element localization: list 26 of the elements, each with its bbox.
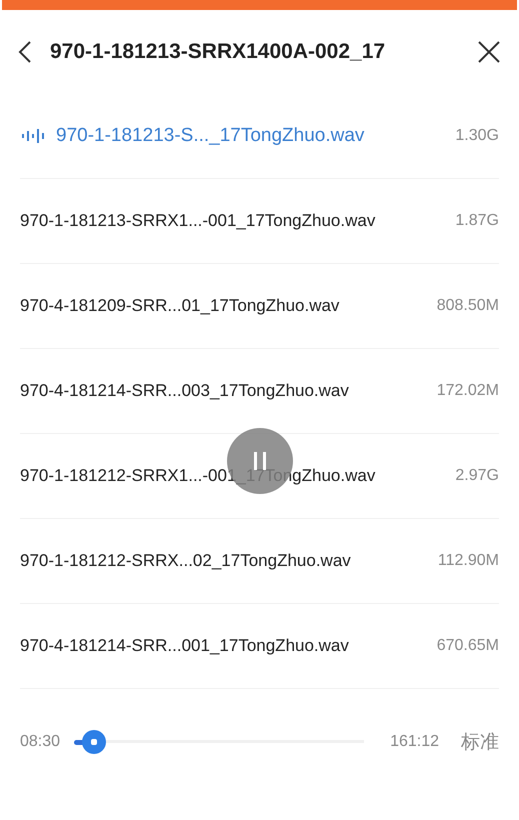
speed-label[interactable]: 标准 (461, 728, 499, 754)
file-item[interactable]: 970-4-181214-SRR...001_17TongZhuo.wav 670.65M (20, 604, 499, 689)
file-size: 1.87G (455, 212, 499, 230)
waveform-icon (20, 129, 46, 143)
back-icon[interactable] (18, 40, 32, 64)
file-size: 808.50M (436, 297, 499, 315)
file-name: 970-1-181213-SRRX1...-001_17TongZhuo.wav (20, 211, 376, 231)
file-name: 970-1-181212-SRRX...02_17TongZhuo.wav (20, 551, 352, 571)
file-item[interactable]: 970-1-181213-SRRX1...-001_17TongZhuo.wav 1.87G (20, 179, 499, 264)
close-icon[interactable] (477, 40, 501, 64)
file-name: 970-1-181213-S..._17TongZhuo.wav (56, 125, 366, 147)
file-name: 970-4-181209-SRR...01_17TongZhuo.wav (20, 296, 340, 316)
duration-time: 161:12 (390, 732, 439, 750)
file-size: 1.30G (455, 127, 499, 145)
file-name: 970-4-181214-SRR...003_17TongZhuo.wav (20, 381, 350, 401)
slider-thumb[interactable] (82, 730, 106, 754)
file-item[interactable]: 970-4-181209-SRR...01_17TongZhuo.wav 808.50M (20, 264, 499, 349)
file-size: 112.90M (438, 552, 499, 570)
file-size: 172.02M (436, 382, 499, 400)
file-size: 670.65M (436, 637, 499, 655)
file-item[interactable]: 970-1-181213-S..._17TongZhuo.wav 1.30G (20, 94, 499, 179)
file-size: 2.97G (455, 467, 499, 485)
elapsed-time: 08:30 (20, 732, 60, 750)
file-name: 970-4-181214-SRR...001_17TongZhuo.wav (20, 636, 350, 656)
file-item[interactable]: 970-1-181212-SRRX...02_17TongZhuo.wav 112.90M (20, 519, 499, 604)
window-title: 970-1-181213-SRRX1400A-002_17 (50, 40, 386, 64)
